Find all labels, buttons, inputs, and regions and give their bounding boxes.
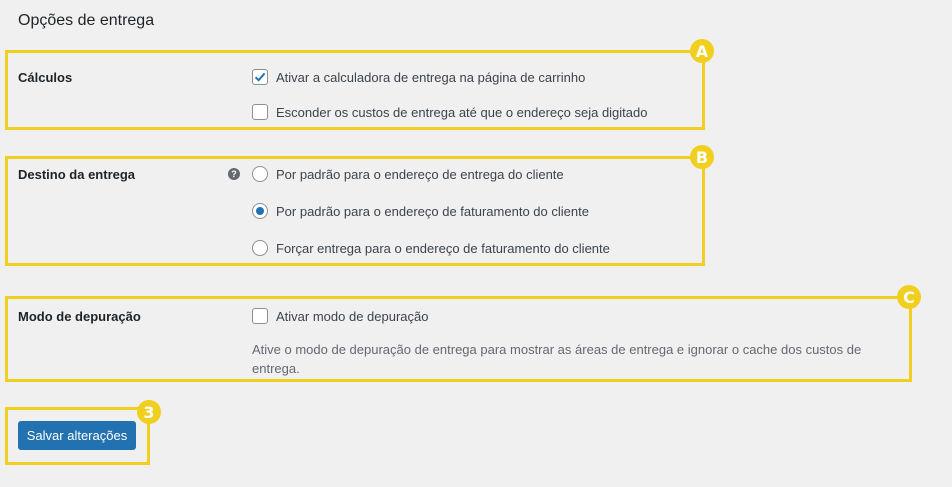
page-title: Opções de entrega (18, 12, 155, 29)
depuracao-label: Modo de depuração (18, 309, 141, 324)
force-billing-address-radio[interactable] (252, 240, 268, 256)
badge-save: 3 (137, 400, 161, 424)
ship-to-billing-address-radio[interactable] (252, 203, 268, 219)
debug-mode-checkbox[interactable] (252, 308, 268, 324)
save-changes-button[interactable]: Salvar alterações (18, 421, 136, 450)
badge-a: A (690, 39, 714, 63)
hide-costs-option[interactable]: Esconder os custos de entrega até que o … (252, 104, 647, 120)
checkmark-icon (254, 72, 266, 82)
enable-cart-calculator-checkbox[interactable] (252, 69, 268, 85)
force-billing-address-label: Forçar entrega para o endereço de fatura… (276, 240, 610, 256)
debug-mode-description: Ative o modo de depuração de entrega par… (252, 342, 862, 376)
ship-to-billing-address-option[interactable]: Por padrão para o endereço de faturament… (252, 203, 589, 219)
ship-to-shipping-address-option[interactable]: Por padrão para o endereço de entrega do… (252, 166, 564, 182)
badge-c: C (897, 285, 921, 309)
enable-cart-calculator-label: Ativar a calculadora de entrega na págin… (276, 69, 586, 85)
debug-mode-option[interactable]: Ativar modo de depuração (252, 308, 428, 324)
ship-to-shipping-address-radio[interactable] (252, 166, 268, 182)
enable-cart-calculator-option[interactable]: Ativar a calculadora de entrega na págin… (252, 69, 585, 85)
shipping-options-page: Opções de entrega A Cálculos Ativar a ca… (0, 0, 952, 487)
calculos-label: Cálculos (18, 70, 73, 85)
hide-costs-checkbox[interactable] (252, 104, 268, 120)
debug-mode-label: Ativar modo de depuração (276, 308, 429, 324)
hide-costs-label: Esconder os custos de entrega até que o … (276, 104, 648, 120)
ship-to-shipping-address-label: Por padrão para o endereço de entrega do… (276, 166, 564, 182)
ship-to-billing-address-label: Por padrão para o endereço de faturament… (276, 203, 589, 219)
destino-label: Destino da entrega (18, 167, 136, 182)
badge-b: B (690, 145, 714, 169)
force-billing-address-option[interactable]: Forçar entrega para o endereço de fatura… (252, 240, 610, 256)
question-icon[interactable]: ? (228, 168, 240, 180)
